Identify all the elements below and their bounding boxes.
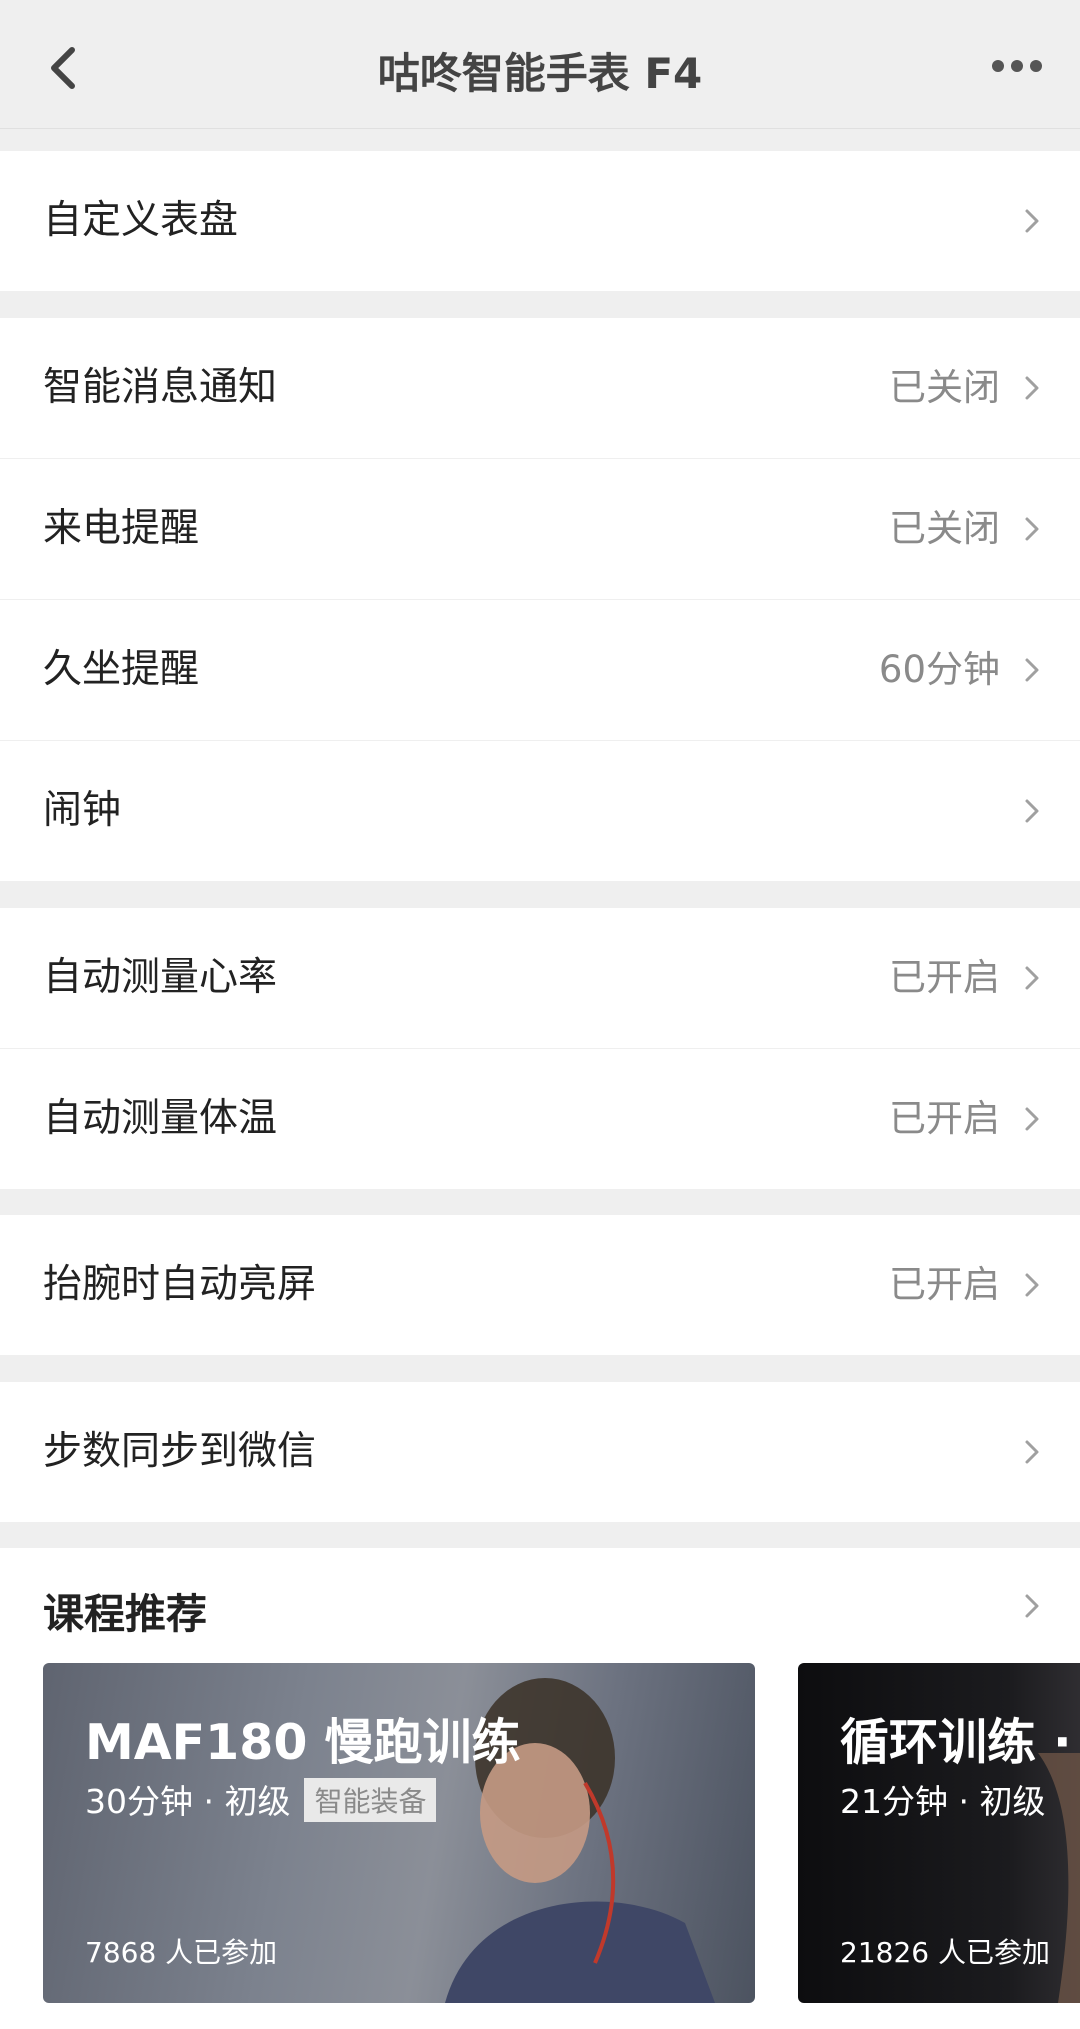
setting-value: 已开启	[889, 1263, 1000, 1306]
chevron-right-icon	[1025, 658, 1039, 682]
setting-label: 闹钟	[43, 788, 122, 833]
chevron-right-icon	[1025, 1273, 1039, 1297]
setting-value: 已关闭	[889, 366, 1000, 409]
course-participants: 7868 人已参加	[85, 1936, 278, 1969]
settings-group-watchface: 自定义表盘	[0, 151, 1080, 291]
setting-row-auto-heart-rate[interactable]: 自动测量心率 已开启	[0, 908, 1080, 1049]
course-card[interactable]: 循环训练 · 21分钟 · 初级 21826 人已参加	[798, 1663, 1080, 2003]
setting-label: 自定义表盘	[43, 198, 239, 243]
setting-value: 已开启	[889, 1097, 1000, 1140]
setting-value: 60分钟	[878, 648, 1000, 691]
page-title: 咕咚智能手表 F4	[377, 49, 703, 98]
settings-group-sync: 步数同步到微信	[0, 1382, 1080, 1522]
setting-row-smart-notifications[interactable]: 智能消息通知 已关闭	[0, 318, 1080, 459]
setting-row-call-reminder[interactable]: 来电提醒 已关闭	[0, 459, 1080, 600]
setting-row-sedentary-reminder[interactable]: 久坐提醒 60分钟	[0, 600, 1080, 741]
chevron-right-icon	[1025, 209, 1039, 233]
chevron-right-icon	[1025, 1107, 1039, 1131]
setting-label: 自动测量体温	[43, 1096, 278, 1141]
course-duration-level: 30分钟 · 初级	[85, 1782, 291, 1821]
settings-group-auto-measure: 自动测量心率 已开启 自动测量体温 已开启	[0, 908, 1080, 1189]
setting-row-sync-steps-wechat[interactable]: 步数同步到微信	[0, 1382, 1080, 1522]
setting-value: 已关闭	[889, 507, 1000, 550]
course-title: MAF180 慢跑训练	[85, 1714, 521, 1771]
course-meta: 30分钟 · 初级 智能装备	[85, 1775, 437, 1823]
course-duration-level: 21分钟 · 初级	[840, 1782, 1046, 1821]
course-tag: 智能装备	[304, 1778, 437, 1822]
setting-value: 已开启	[889, 956, 1000, 999]
settings-group-wrist: 抬腕时自动亮屏 已开启	[0, 1215, 1080, 1355]
setting-label: 抬腕时自动亮屏	[43, 1262, 317, 1307]
chevron-right-icon	[1025, 966, 1039, 990]
setting-row-raise-to-wake[interactable]: 抬腕时自动亮屏 已开启	[0, 1215, 1080, 1355]
course-participants: 21826 人已参加	[840, 1936, 1050, 1969]
setting-row-alarm[interactable]: 闹钟	[0, 741, 1080, 881]
setting-label: 自动测量心率	[43, 955, 278, 1000]
setting-label: 来电提醒	[43, 506, 200, 551]
setting-row-custom-watchface[interactable]: 自定义表盘	[0, 151, 1080, 291]
chevron-right-icon	[1025, 517, 1039, 541]
chevron-right-icon	[1025, 799, 1039, 823]
chevron-right-icon	[1025, 376, 1039, 400]
setting-row-auto-temperature[interactable]: 自动测量体温 已开启	[0, 1049, 1080, 1189]
setting-label: 步数同步到微信	[43, 1429, 317, 1474]
chevron-right-icon[interactable]	[1022, 1592, 1042, 1620]
navigation-bar: 咕咚智能手表 F4	[0, 0, 1080, 129]
setting-label: 久坐提醒	[43, 647, 200, 692]
course-meta: 21分钟 · 初级	[840, 1775, 1045, 1823]
course-card[interactable]: MAF180 慢跑训练 30分钟 · 初级 智能装备 7868 人已参加	[43, 1663, 755, 2003]
more-dots-icon[interactable]	[992, 56, 1042, 76]
setting-label: 智能消息通知	[43, 365, 278, 410]
section-heading: 课程推荐	[43, 1590, 207, 1638]
settings-group-notifications: 智能消息通知 已关闭 来电提醒 已关闭 久坐提醒 60分钟 闹钟	[0, 318, 1080, 881]
chevron-right-icon	[1025, 1440, 1039, 1464]
course-title: 循环训练 ·	[840, 1714, 1072, 1771]
course-recommendations: 课程推荐 MAF180 慢跑训练 30分钟 · 初级 智能装备 7868 人已参加…	[0, 1548, 1080, 2029]
